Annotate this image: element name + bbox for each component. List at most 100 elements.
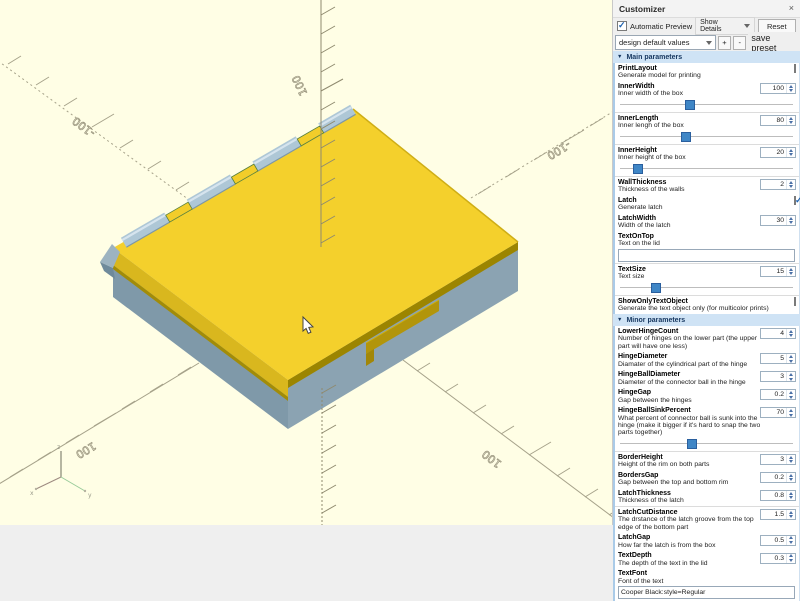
- spin-up-button[interactable]: [789, 117, 793, 120]
- InnerLength-spinbox[interactable]: 80: [760, 115, 796, 126]
- spin-down-button[interactable]: [789, 378, 793, 381]
- spin-up-button[interactable]: [789, 373, 793, 376]
- section-body: LowerHingeCount4Number of hinges on the …: [613, 326, 800, 601]
- spin-down-button[interactable]: [789, 221, 793, 224]
- spinbox-value: 70: [761, 409, 786, 416]
- param-control: [794, 65, 796, 72]
- BorderHeight-spinbox[interactable]: 3: [760, 454, 796, 465]
- spin-up-button[interactable]: [789, 456, 793, 459]
- param-HingeGap: HingeGap0.2Gap between the hinges: [615, 387, 799, 405]
- spin-up-button[interactable]: [789, 474, 793, 477]
- slider-handle[interactable]: [687, 439, 697, 449]
- param-control: 1.5: [760, 509, 796, 520]
- preset-dropdown-value: design default values: [619, 38, 689, 47]
- HingeBallSinkPercent-slider[interactable]: [620, 438, 793, 449]
- spin-down-button[interactable]: [789, 559, 793, 562]
- spin-up-button[interactable]: [789, 409, 793, 412]
- param-control: 2: [760, 179, 796, 190]
- InnerLength-slider[interactable]: [620, 131, 793, 142]
- TextOnTop-input[interactable]: [618, 249, 795, 262]
- WallThickness-spinbox[interactable]: 2: [760, 179, 796, 190]
- remove-preset-button[interactable]: -: [733, 36, 746, 50]
- slider-handle[interactable]: [651, 283, 661, 293]
- ShowOnlyTextObject-checkbox[interactable]: [794, 297, 796, 306]
- spin-down-button[interactable]: [789, 360, 793, 363]
- spin-down-button[interactable]: [789, 185, 793, 188]
- spin-down-button[interactable]: [789, 496, 793, 499]
- spinbox-buttons: [786, 329, 795, 338]
- scene-svg: -100 100 100 -100: [0, 0, 612, 525]
- spin-up-button[interactable]: [789, 85, 793, 88]
- param-control: 100: [760, 83, 796, 94]
- BordersGap-spinbox[interactable]: 0.2: [760, 472, 796, 483]
- LatchThickness-spinbox[interactable]: 0.8: [760, 490, 796, 501]
- LatchGap-spinbox[interactable]: 0.5: [760, 535, 796, 546]
- spin-down-button[interactable]: [789, 541, 793, 544]
- close-icon[interactable]: ×: [789, 4, 794, 13]
- spinbox-buttons: [786, 354, 795, 363]
- InnerWidth-spinbox[interactable]: 100: [760, 83, 796, 94]
- HingeGap-spinbox[interactable]: 0.2: [760, 389, 796, 400]
- LatchWidth-spinbox[interactable]: 30: [760, 215, 796, 226]
- TextDepth-spinbox[interactable]: 0.3: [760, 553, 796, 564]
- Latch-checkbox[interactable]: [794, 196, 796, 205]
- add-preset-button[interactable]: +: [718, 36, 731, 50]
- slider-handle[interactable]: [633, 164, 643, 174]
- spin-up-button[interactable]: [789, 330, 793, 333]
- param-control: 0.5: [760, 535, 796, 546]
- spin-down-button[interactable]: [789, 272, 793, 275]
- spin-up-button[interactable]: [789, 536, 793, 539]
- spin-down-button[interactable]: [789, 478, 793, 481]
- spin-down-button[interactable]: [789, 153, 793, 156]
- spin-up-button[interactable]: [789, 149, 793, 152]
- spin-down-button[interactable]: [789, 414, 793, 417]
- axis-indicator-y-label: y: [88, 492, 92, 499]
- LatchCutDistance-spinbox[interactable]: 1.5: [760, 509, 796, 520]
- spin-up-button[interactable]: [789, 554, 793, 557]
- HingeBallSinkPercent-spinbox[interactable]: 70: [760, 407, 796, 418]
- spin-down-button[interactable]: [789, 334, 793, 337]
- axis-indicator-z-label: z: [57, 444, 60, 451]
- automatic-preview-checkbox[interactable]: [617, 21, 627, 31]
- spinbox-buttons: [786, 536, 795, 545]
- spin-down-button[interactable]: [789, 460, 793, 463]
- TextFont-input[interactable]: [618, 586, 795, 599]
- TextSize-slider[interactable]: [620, 282, 793, 293]
- InnerHeight-slider[interactable]: [620, 163, 793, 174]
- spinbox-buttons: [786, 491, 795, 500]
- param-InnerWidth: InnerWidth100Inner width of the box: [615, 81, 799, 113]
- spin-up-button[interactable]: [789, 181, 793, 184]
- section-header-main-parameters[interactable]: ▼Main parameters: [613, 51, 800, 63]
- slider-handle[interactable]: [685, 100, 695, 110]
- param-LatchGap: LatchGap0.5How far the latch is from the…: [615, 533, 799, 551]
- PrintLayout-checkbox[interactable]: [794, 64, 796, 73]
- InnerHeight-spinbox[interactable]: 20: [760, 147, 796, 158]
- spin-up-button[interactable]: [789, 217, 793, 220]
- spin-down-button[interactable]: [789, 121, 793, 124]
- spinbox-buttons: [786, 180, 795, 189]
- param-name: ShowOnlyTextObject: [618, 298, 795, 306]
- spin-down-button[interactable]: [789, 89, 793, 92]
- InnerWidth-slider[interactable]: [620, 99, 793, 110]
- param-HingeDiameter: HingeDiameter5Diamater of the cylindrica…: [615, 351, 799, 369]
- spin-down-button[interactable]: [789, 515, 793, 518]
- show-details-dropdown[interactable]: Show Details: [695, 17, 754, 35]
- HingeBallDiameter-spinbox[interactable]: 3: [760, 371, 796, 382]
- spin-up-button[interactable]: [789, 492, 793, 495]
- customizer-panel: Customizer × Automatic Preview Show Deta…: [612, 0, 800, 525]
- preset-dropdown[interactable]: design default values: [615, 35, 716, 50]
- section-header-minor-parameters[interactable]: ▼Minor parameters: [613, 314, 800, 326]
- HingeDiameter-spinbox[interactable]: 5: [760, 353, 796, 364]
- viewport-3d[interactable]: -100 100 100 -100: [0, 0, 612, 525]
- chevron-down-icon: [744, 24, 750, 28]
- spin-up-button[interactable]: [789, 355, 793, 358]
- spin-up-button[interactable]: [789, 511, 793, 514]
- spin-down-button[interactable]: [789, 396, 793, 399]
- param-control: 4: [760, 328, 796, 339]
- spin-up-button[interactable]: [789, 268, 793, 271]
- spin-up-button[interactable]: [789, 391, 793, 394]
- TextSize-spinbox[interactable]: 15: [760, 266, 796, 277]
- param-name: TextFont: [618, 570, 795, 578]
- slider-handle[interactable]: [681, 132, 691, 142]
- LowerHingeCount-spinbox[interactable]: 4: [760, 328, 796, 339]
